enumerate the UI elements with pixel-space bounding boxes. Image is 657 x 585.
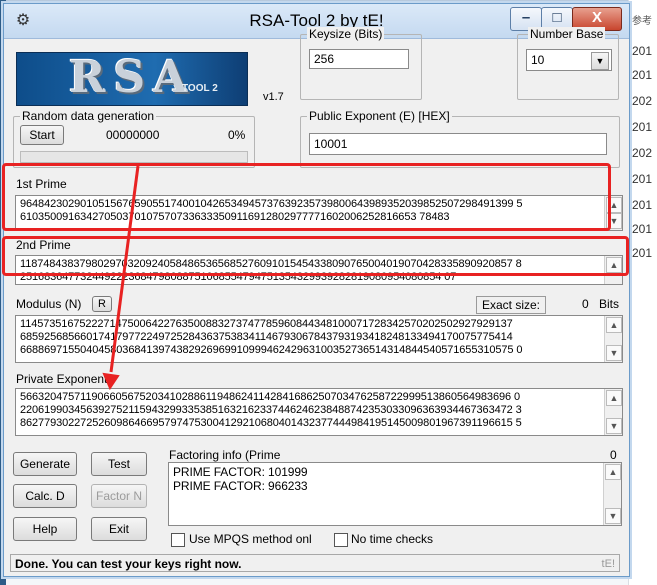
annotation-arrow [102,165,140,391]
